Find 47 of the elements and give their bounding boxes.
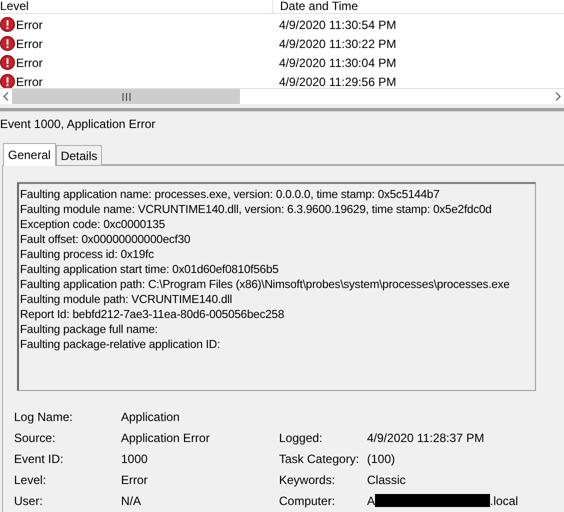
description-line: Faulting package full name:: [20, 323, 158, 336]
field-value: 1000: [121, 452, 149, 466]
field-value: Application: [121, 410, 181, 424]
description-line: Faulting application name: processes.exe, version: 0.0.0.0, time stamp: 0x5c5144b7: [20, 188, 440, 201]
description-line: Faulting module path: VCRUNTIME140.dll: [20, 293, 232, 306]
field-value: A: [367, 494, 376, 508]
description-line: Exception code: 0xc0000135: [20, 218, 165, 231]
date-time-cell: 4/9/2020 11:29:56 PM: [279, 74, 396, 88]
event-title: Event 1000, Application Error: [0, 116, 156, 130]
field-label: Keywords:: [279, 472, 336, 486]
field-label: Logged:: [279, 430, 324, 444]
grip-icon: [122, 92, 130, 100]
field-value: (100): [367, 452, 396, 466]
field-value: Error: [121, 472, 149, 486]
level-cell: Error: [16, 56, 43, 70]
column-header[interactable]: Level: [0, 0, 29, 13]
field-label: Log Name:: [14, 410, 74, 424]
field-value: N/A: [121, 494, 142, 508]
date-time-cell: 4/9/2020 11:30:22 PM: [279, 36, 396, 50]
date-time-cell: 4/9/2020 11:30:54 PM: [279, 18, 396, 32]
level-cell: Error: [16, 74, 43, 88]
horizontal-scrollbar[interactable]: [0, 88, 564, 104]
field-label: Task Category:: [279, 452, 360, 466]
field-label: Event ID:: [14, 452, 64, 466]
field-label: Computer:: [279, 494, 336, 508]
field-value: 4/9/2020 11:28:37 PM: [367, 430, 484, 444]
field-label: User:: [14, 494, 44, 508]
description-line: Faulting application path: C:\Program Files (x86)\Nimsoft\probes\system\processes\processes.exe: [20, 278, 510, 291]
column-header[interactable]: Date and Time: [280, 0, 358, 13]
description-line: Fault offset: 0x00000000000ecf30: [20, 233, 190, 246]
tab[interactable]: General: [3, 143, 56, 166]
description-line: Faulting module name: VCRUNTIME140.dll, version: 6.3.9600.19629, time stamp: 0x5e2fdc0d: [20, 203, 492, 216]
date-time-cell: 4/9/2020 11:30:04 PM: [279, 56, 396, 70]
description-line: Faulting package-relative application ID:: [20, 338, 220, 351]
description-line: Report Id: bebfd212-7ae3-11ea-80d6-005056bec258: [20, 308, 284, 321]
field-value: Classic: [367, 472, 406, 486]
description-line: Faulting process id: 0x19fc: [20, 248, 154, 261]
level-cell: Error: [16, 36, 43, 50]
field-label: Level:: [14, 472, 48, 486]
level-cell: Error: [16, 18, 43, 32]
field-value: .local: [490, 494, 518, 508]
scrollbar-thumb[interactable]: [12, 89, 240, 104]
description-box[interactable]: [17, 182, 536, 391]
field-label: Source:: [14, 430, 56, 444]
field-value: Application Error: [121, 430, 211, 444]
description-line: Faulting application start time: 0x01d60ef0810f56b5: [20, 263, 279, 276]
tab[interactable]: Details: [56, 145, 102, 165]
